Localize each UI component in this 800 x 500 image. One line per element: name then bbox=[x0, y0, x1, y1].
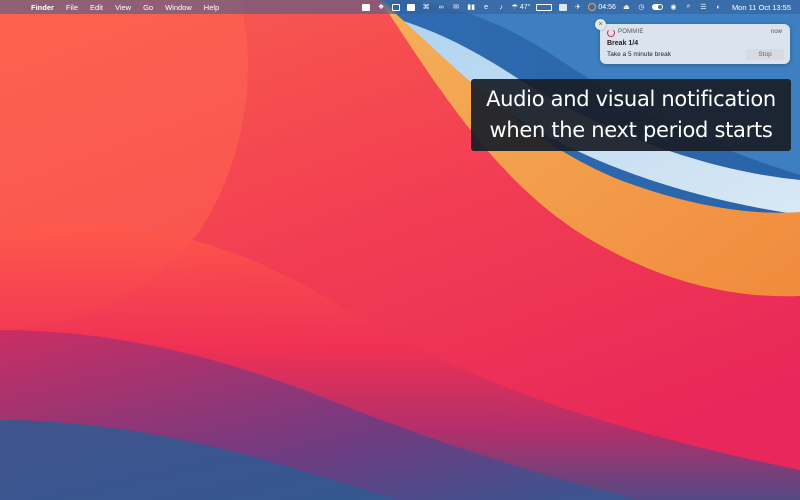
screen-capture-icon[interactable] bbox=[359, 0, 374, 14]
timer-readout: 04:56 bbox=[598, 3, 616, 11]
dropbox-icon[interactable]: ❖ bbox=[374, 0, 389, 14]
menu-bar: Finder File Edit View Go Window Help ❖ ⌘… bbox=[0, 0, 800, 14]
keyboard-icon[interactable] bbox=[404, 0, 419, 14]
wallpaper-art bbox=[0, 0, 800, 500]
menu-edit[interactable]: Edit bbox=[84, 3, 109, 12]
menu-help[interactable]: Help bbox=[198, 3, 225, 12]
weather-temp: 47° bbox=[519, 3, 531, 11]
menu-view[interactable]: View bbox=[109, 3, 137, 12]
cpu-meter-icon[interactable] bbox=[533, 0, 555, 14]
caption-line-2: when the next period starts bbox=[489, 118, 773, 142]
stop-button[interactable]: Stop bbox=[746, 49, 784, 60]
glasses-icon[interactable]: ∞ bbox=[434, 0, 449, 14]
eject-icon[interactable]: ⏏ bbox=[619, 0, 634, 14]
siri-icon[interactable]: ◐ bbox=[711, 0, 726, 14]
music-icon[interactable]: ♪ bbox=[494, 0, 509, 14]
menu-file[interactable]: File bbox=[60, 3, 84, 12]
stats-icon[interactable]: ▮▮ bbox=[464, 0, 479, 14]
app-window-icon[interactable] bbox=[389, 0, 404, 14]
wifi-icon[interactable]: ◉ bbox=[666, 0, 681, 14]
notification-body: Take a 5 minute break bbox=[607, 51, 671, 58]
caption-line-1: Audio and visual notification bbox=[486, 87, 776, 111]
menu-finder[interactable]: Finder bbox=[26, 3, 60, 12]
menubar-clock[interactable]: Mon 11 Oct 13:55 bbox=[726, 0, 794, 14]
pommie-app-icon bbox=[607, 29, 615, 37]
promo-caption: Audio and visual notification when the n… bbox=[471, 79, 791, 151]
menu-window[interactable]: Window bbox=[159, 3, 198, 12]
pommie-timer[interactable]: 04:56 bbox=[585, 0, 619, 14]
close-icon[interactable]: × bbox=[595, 19, 606, 30]
notification-banner[interactable]: × POMMIE now Break 1/4 Take a 5 minute b… bbox=[595, 19, 790, 64]
notification-time: now bbox=[770, 29, 782, 35]
menu-go[interactable]: Go bbox=[137, 3, 159, 12]
bird-icon[interactable]: ✈ bbox=[570, 0, 585, 14]
mail-icon[interactable]: ✉ bbox=[449, 0, 464, 14]
pommie-timer-icon bbox=[588, 3, 597, 11]
xcode-icon[interactable] bbox=[555, 0, 570, 14]
weather-icon[interactable]: ☂ 47° bbox=[509, 0, 534, 14]
control-center-icon[interactable]: ☰ bbox=[696, 0, 711, 14]
evernote-icon[interactable]: e bbox=[479, 0, 494, 14]
desktop-wallpaper bbox=[0, 0, 800, 500]
spotlight-search-icon[interactable]: ⌕ bbox=[681, 0, 696, 14]
notification-app-name: POMMIE bbox=[618, 29, 644, 35]
network-icon[interactable]: ⌘ bbox=[419, 0, 434, 14]
notification-title: Break 1/4 bbox=[607, 40, 639, 47]
time-machine-icon[interactable]: ◷ bbox=[634, 0, 649, 14]
control-toggle-icon[interactable] bbox=[649, 0, 666, 14]
